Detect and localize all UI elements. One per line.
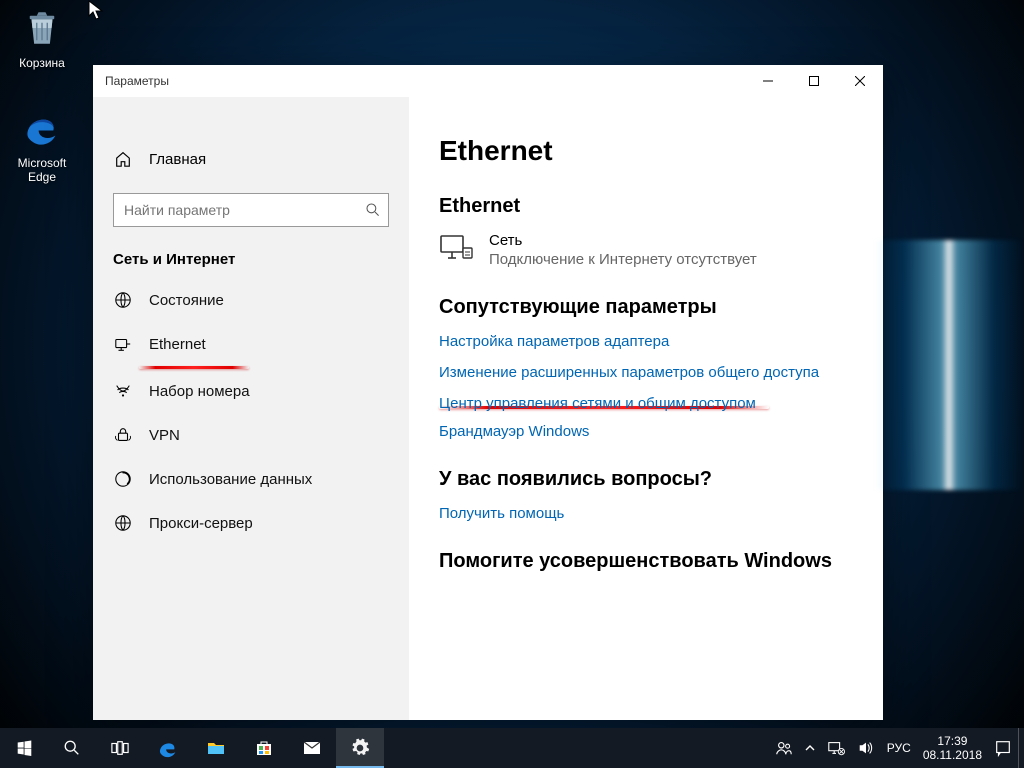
tray-overflow[interactable] (799, 728, 821, 768)
vpn-icon (113, 425, 133, 445)
window-title: Параметры (105, 74, 169, 88)
desktop-icon-label: Microsoft Edge (4, 156, 80, 184)
close-button[interactable] (837, 65, 883, 97)
clock-date: 08.11.2018 (923, 748, 982, 762)
language-text: РУС (887, 741, 911, 755)
network-icon (439, 234, 479, 264)
task-view-button[interactable] (96, 728, 144, 768)
cursor-icon (88, 0, 104, 22)
data-usage-icon (113, 469, 133, 489)
titlebar[interactable]: Параметры (93, 65, 883, 97)
tray-language[interactable]: РУС (881, 728, 917, 768)
minimize-button[interactable] (745, 65, 791, 97)
sidebar-item-proxy[interactable]: Прокси-сервер (93, 501, 409, 545)
main-content: Ethernet Ethernet Сеть Подключение к Инт… (409, 97, 883, 720)
search-wrap (113, 193, 389, 227)
taskbar-app-settings[interactable] (336, 728, 384, 768)
windows-icon (16, 740, 33, 757)
sidebar-home[interactable]: Главная (93, 139, 409, 179)
link-firewall[interactable]: Брандмауэр Windows (439, 423, 853, 440)
sidebar-item-vpn[interactable]: VPN (93, 413, 409, 457)
section-improve: Помогите усовершенствовать Windows (439, 550, 853, 573)
sidebar-item-dialup[interactable]: Набор номера (93, 369, 409, 413)
section-ethernet: Ethernet (439, 195, 853, 218)
notifications-icon (994, 739, 1012, 757)
edge-icon (18, 104, 66, 152)
search-input[interactable] (113, 193, 389, 227)
status-icon (113, 290, 133, 310)
mail-icon (302, 738, 322, 758)
network-name: Сеть (489, 232, 757, 249)
network-status: Подключение к Интернету отсутствует (489, 251, 757, 268)
recycle-bin-icon (18, 4, 66, 52)
settings-window: Параметры Главная С (93, 65, 883, 720)
tray-show-desktop[interactable] (1018, 728, 1024, 768)
taskbar-app-explorer[interactable] (192, 728, 240, 768)
sidebar-item-label: Состояние (149, 292, 224, 309)
clock-time: 17:39 (923, 734, 982, 748)
network-item[interactable]: Сеть Подключение к Интернету отсутствует (439, 232, 853, 268)
task-view-icon (111, 739, 129, 757)
home-icon (113, 149, 133, 169)
section-related: Сопутствующие параметры (439, 296, 853, 319)
sidebar-item-label: VPN (149, 427, 180, 444)
edge-icon (157, 737, 179, 759)
search-icon (365, 202, 381, 218)
desktop-icon-recycle-bin[interactable]: Корзина (4, 4, 80, 70)
network-icon (827, 739, 845, 757)
taskbar-app-edge[interactable] (144, 728, 192, 768)
volume-icon (857, 739, 875, 757)
system-tray: РУС 17:39 08.11.2018 (769, 728, 1024, 768)
dialup-icon (113, 381, 133, 401)
sidebar: Главная Сеть и Интернет Состояние (93, 97, 409, 720)
page-title: Ethernet (439, 135, 853, 167)
ethernet-icon (113, 334, 133, 354)
sidebar-item-label: Набор номера (149, 383, 250, 400)
tray-volume[interactable] (851, 728, 881, 768)
tray-network[interactable] (821, 728, 851, 768)
link-get-help[interactable]: Получить помощь (439, 505, 853, 522)
folder-icon (206, 738, 226, 758)
sidebar-item-data-usage[interactable]: Использование данных (93, 457, 409, 501)
desktop-icon-edge[interactable]: Microsoft Edge (4, 104, 80, 184)
gear-icon (350, 738, 370, 758)
search-icon (63, 739, 81, 757)
tray-people[interactable] (769, 728, 799, 768)
desktop: Корзина Microsoft Edge Параметры Главная (0, 0, 1024, 768)
taskbar-app-store[interactable] (240, 728, 288, 768)
tray-notifications[interactable] (988, 728, 1018, 768)
sidebar-item-label: Использование данных (149, 471, 312, 488)
taskbar: РУС 17:39 08.11.2018 (0, 728, 1024, 768)
sidebar-item-label: Ethernet (149, 336, 206, 353)
store-icon (254, 738, 274, 758)
sidebar-item-status[interactable]: Состояние (93, 278, 409, 322)
people-icon (775, 739, 793, 757)
sidebar-item-label: Прокси-сервер (149, 515, 253, 532)
link-network-center[interactable]: Центр управления сетями и общим доступом (439, 395, 853, 412)
link-adapter-settings[interactable]: Настройка параметров адаптера (439, 333, 853, 350)
sidebar-item-ethernet[interactable]: Ethernet (93, 322, 409, 366)
proxy-icon (113, 513, 133, 533)
taskbar-search[interactable] (48, 728, 96, 768)
section-questions: У вас появились вопросы? (439, 468, 853, 491)
desktop-icon-label: Корзина (4, 56, 80, 70)
maximize-button[interactable] (791, 65, 837, 97)
chevron-up-icon (805, 743, 815, 753)
sidebar-home-label: Главная (149, 151, 206, 168)
link-advanced-sharing[interactable]: Изменение расширенных параметров общего … (439, 364, 853, 381)
taskbar-app-mail[interactable] (288, 728, 336, 768)
tray-clock[interactable]: 17:39 08.11.2018 (917, 728, 988, 768)
sidebar-section-header: Сеть и Интернет (93, 251, 409, 278)
start-button[interactable] (0, 728, 48, 768)
